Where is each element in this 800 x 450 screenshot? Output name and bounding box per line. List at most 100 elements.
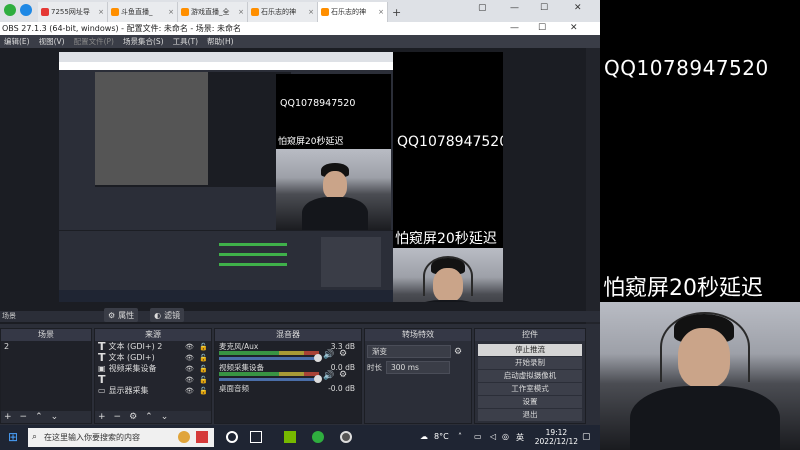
preview-area[interactable]: QQ1078947520 怕窥屏20秒延迟 QQ1078947520 怕窥屏20… (0, 48, 600, 334)
source-item[interactable]: T 文本 (GDI+) 2 👁 🔓 (95, 340, 211, 353)
transition-select[interactable]: 渐变 (367, 345, 451, 358)
close-icon[interactable]: × (238, 8, 244, 16)
scene-item[interactable]: 2 (1, 341, 91, 352)
weather-temp[interactable]: 8°C (434, 432, 449, 441)
source-item[interactable]: ▭ 显示器采集 👁 🔓 (95, 385, 211, 396)
maximize-icon[interactable]: ☐ (538, 22, 546, 35)
gear-icon[interactable]: ⚙ (339, 349, 347, 359)
volume-slider[interactable] (219, 354, 322, 362)
close-icon[interactable]: × (308, 8, 314, 16)
add-icon[interactable]: + (98, 412, 106, 422)
remove-icon[interactable]: − (20, 412, 28, 422)
network-icon[interactable]: ▭ (474, 432, 482, 441)
close-icon[interactable]: × (378, 8, 384, 16)
browser-icon[interactable] (312, 431, 324, 443)
menu-view[interactable]: 视图(V) (39, 35, 65, 48)
chevron-up-icon[interactable]: ˄ (458, 432, 462, 441)
lock-icon[interactable]: 🔓 (199, 387, 208, 395)
webcam-body (302, 197, 368, 231)
lock-icon[interactable]: 🔓 (199, 354, 208, 362)
nested-capture: QQ1078947520 怕窥屏20秒延迟 (59, 52, 393, 302)
speaker-icon[interactable]: 🔊 (323, 371, 334, 381)
start-virtual-camera-button[interactable]: 启动虚拟摄像机 (478, 370, 582, 382)
preview-scrollbar[interactable] (586, 48, 600, 334)
gift-icon[interactable] (196, 431, 208, 443)
obs-icon[interactable] (340, 431, 352, 443)
speaker-icon[interactable]: 🔊 (323, 350, 334, 360)
eye-icon[interactable]: 👁 (185, 354, 194, 362)
close-icon[interactable]: ✕ (574, 3, 582, 13)
menu-scene-collection[interactable]: 场景集合(S) (123, 35, 164, 48)
scenes-list[interactable]: 2 (1, 341, 91, 411)
down-icon[interactable]: ⌄ (161, 412, 169, 422)
browser-logo-icon[interactable] (4, 4, 16, 16)
menu-help[interactable]: 帮助(H) (207, 35, 234, 48)
shield-icon[interactable] (20, 4, 32, 16)
preview-canvas[interactable]: QQ1078947520 怕窥屏20秒延迟 QQ1078947520 怕窥屏20… (59, 52, 503, 302)
maximize-icon[interactable]: ☐ (540, 3, 548, 13)
wechat-icon[interactable]: ◎ (502, 432, 509, 441)
cloud-icon[interactable]: ☁ (420, 432, 428, 441)
slider-knob[interactable] (314, 375, 322, 383)
minimize-icon[interactable]: — (510, 3, 519, 13)
close-icon[interactable]: ✕ (570, 22, 578, 35)
start-recording-button[interactable]: 开始录制 (478, 357, 582, 369)
stop-streaming-button[interactable]: 停止推流 (478, 344, 582, 356)
cortana-icon[interactable] (226, 431, 238, 443)
source-item[interactable]: ▣ 视频采集设备 👁 🔓 (95, 363, 211, 374)
gear-icon[interactable]: ⚙ (454, 347, 462, 357)
studio-mode-button[interactable]: 工作室模式 (478, 383, 582, 395)
speaker-icon[interactable]: ◁ (490, 432, 496, 441)
properties-button[interactable]: ⚙ 属性 (104, 308, 139, 322)
windows-start-icon[interactable]: ⊞ (8, 430, 18, 444)
nvidia-icon[interactable] (284, 431, 296, 443)
nested-title (59, 62, 393, 70)
source-item[interactable]: T 👁 🔓 (95, 373, 211, 386)
browser-tab[interactable]: 斗鱼直播_ × (108, 2, 178, 22)
minimize-icon[interactable]: — (510, 22, 519, 35)
eye-icon[interactable]: 👁 (185, 365, 194, 373)
duration-field[interactable]: 300 ms (386, 361, 450, 374)
eye-icon[interactable]: 👁 (185, 343, 194, 351)
menu-tools[interactable]: 工具(T) (173, 35, 198, 48)
remove-icon[interactable]: − (114, 412, 122, 422)
filters-button[interactable]: ◐ 滤镜 (150, 308, 185, 322)
gear-icon[interactable]: ⚙ (129, 412, 137, 422)
close-icon[interactable]: × (168, 8, 174, 16)
notification-icon[interactable]: ▢ (582, 432, 591, 442)
browser-tab-active[interactable]: 石乐志的神 × (318, 2, 388, 22)
lock-icon[interactable]: 🔓 (199, 376, 208, 384)
search-icon: ⌕ (32, 432, 38, 442)
restore-icon[interactable]: ▢ (478, 3, 487, 13)
task-view-icon[interactable] (250, 431, 262, 443)
exit-button[interactable]: 退出 (478, 409, 582, 421)
nested-tab-strip (59, 52, 393, 62)
clock-app-icon[interactable] (178, 431, 190, 443)
taskbar-clock[interactable]: 19:12 2022/12/12 (535, 428, 578, 446)
settings-button[interactable]: 设置 (478, 396, 582, 408)
mixer-channel: 桌面音频 -0.0 dB (215, 383, 361, 404)
gear-icon[interactable]: ⚙ (339, 370, 347, 380)
close-icon[interactable]: × (98, 8, 104, 16)
down-icon[interactable]: ⌄ (51, 412, 59, 422)
menu-profile[interactable]: 配置文件(P) (74, 35, 114, 48)
eye-icon[interactable]: 👁 (185, 387, 194, 395)
new-tab-button[interactable]: + (392, 6, 401, 19)
eye-icon[interactable]: 👁 (185, 376, 194, 384)
menu-edit[interactable]: 编辑(E) (4, 35, 30, 48)
ime-indicator[interactable]: 英 (516, 432, 524, 443)
lock-icon[interactable]: 🔓 (199, 365, 208, 373)
browser-tab[interactable]: 石乐志的神 × (248, 2, 318, 22)
add-icon[interactable]: + (4, 412, 12, 422)
up-icon[interactable]: ⌃ (145, 412, 153, 422)
browser-tab[interactable]: 游戏直播_全 × (178, 2, 248, 22)
lock-icon[interactable]: 🔓 (199, 343, 208, 351)
slider-knob[interactable] (314, 354, 322, 362)
sources-list[interactable]: T 文本 (GDI+) 2 👁 🔓 T 文本 (GDI+) 👁 🔓 ▣ 视频采集设备 👁 🔓 T 👁… (95, 340, 211, 411)
webcam-face (323, 171, 347, 199)
source-item[interactable]: T 文本 (GDI+) 👁 🔓 (95, 351, 211, 364)
volume-slider[interactable] (219, 375, 322, 383)
sources-dock: 来源 T 文本 (GDI+) 2 👁 🔓 T 文本 (GDI+) 👁 🔓 ▣ 视频采集设备 👁 🔓… (94, 328, 212, 424)
browser-tab[interactable]: 7255网址导 × (38, 2, 108, 22)
up-icon[interactable]: ⌃ (35, 412, 43, 422)
